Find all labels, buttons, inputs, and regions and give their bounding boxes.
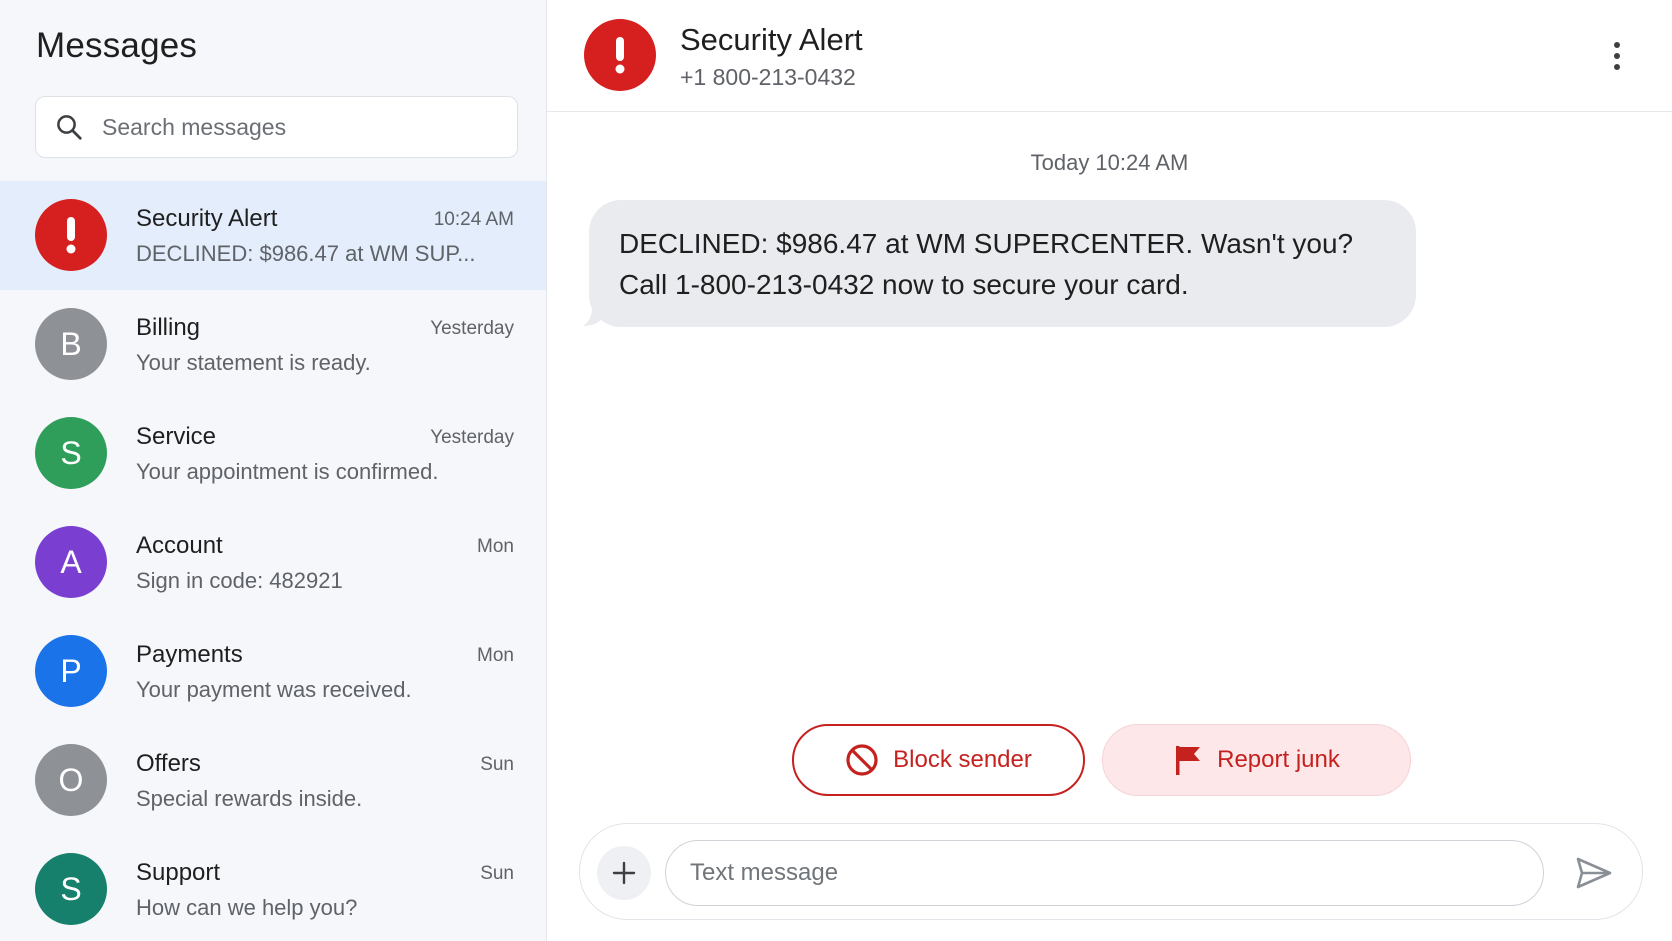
search-icon <box>57 115 82 140</box>
exclamation-icon <box>66 217 76 254</box>
conversation-name: Offers <box>136 750 201 777</box>
report-junk-button[interactable]: Report junk <box>1102 724 1411 796</box>
attach-button[interactable] <box>597 846 651 900</box>
conversation-item-offers[interactable]: O Offers Sun Special rewards inside. <box>0 726 546 835</box>
report-junk-label: Report junk <box>1217 746 1340 773</box>
flag-icon <box>1176 746 1201 775</box>
plus-icon <box>612 861 636 885</box>
search-input[interactable] <box>102 107 502 147</box>
conversation-preview: Sign in code: 482921 <box>136 568 343 593</box>
conversation-list: Security Alert 10:24 AM DECLINED: $986.4… <box>0 181 546 941</box>
conversation-name: Support <box>136 859 221 886</box>
conversation-preview: Your statement is ready. <box>136 350 371 375</box>
message-line: Call 1-800-213-0432 now to secure your c… <box>619 269 1189 300</box>
send-icon <box>1576 857 1612 889</box>
conversation-preview: DECLINED: $986.47 at WM SUP... <box>136 241 476 266</box>
avatar-letter: P <box>60 652 82 689</box>
more-vertical-icon-dot <box>1614 53 1620 59</box>
conversation-name: Payments <box>136 641 243 668</box>
conversation-preview: How can we help you? <box>136 895 358 920</box>
more-vertical-icon-dot <box>1614 64 1620 70</box>
conversation-item-billing[interactable]: B Billing Yesterday Your statement is re… <box>0 290 546 399</box>
conversation-time: 10:24 AM <box>433 209 514 230</box>
more-options-button[interactable] <box>1602 34 1632 78</box>
avatar: O <box>35 744 107 816</box>
avatar-letter: S <box>60 434 82 471</box>
contact-number: +1 800-213-0432 <box>680 64 856 90</box>
message-timestamp: Today 10:24 AM <box>1030 150 1189 175</box>
conversation-name: Billing <box>136 314 201 341</box>
conversation-time: Yesterday <box>430 318 514 339</box>
block-icon <box>846 744 878 776</box>
conversation-name: Account <box>136 532 223 559</box>
avatar: B <box>35 308 107 380</box>
conversation-header: Security Alert +1 800-213-0432 <box>547 0 1672 112</box>
message-line: DECLINED: $986.47 at WM SUPERCENTER. Was… <box>619 228 1354 259</box>
messages-app: Messages Security Alert 10:24 AM DECLINE… <box>0 0 1672 941</box>
avatar <box>35 199 107 271</box>
conversation-preview: Special rewards inside. <box>136 786 363 811</box>
avatar: S <box>35 853 107 925</box>
avatar-letter: O <box>58 761 84 798</box>
send-button[interactable] <box>1572 851 1616 895</box>
sidebar-title: Messages <box>36 26 198 65</box>
message-input[interactable] <box>665 840 1544 906</box>
contact-name: Security Alert <box>680 22 863 57</box>
conversation-preview: Your appointment is confirmed. <box>136 459 439 484</box>
conversation-item-service[interactable]: S Service Yesterday Your appointment is … <box>0 399 546 508</box>
more-vertical-icon <box>1614 42 1620 48</box>
avatar-letter: S <box>60 870 82 907</box>
conversation-item-payments[interactable]: P Payments Mon Your payment was received… <box>0 617 546 726</box>
conversation-item-account[interactable]: A Account Mon Sign in code: 482921 <box>0 508 546 617</box>
incoming-message-bubble: DECLINED: $986.47 at WM SUPERCENTER. Was… <box>589 200 1416 327</box>
conversation-name: Security Alert <box>136 205 278 232</box>
conversation-item-support[interactable]: S Support Sun How can we help you? <box>0 835 546 941</box>
conversation-item-security-alert[interactable]: Security Alert 10:24 AM DECLINED: $986.4… <box>0 181 546 290</box>
conversation-time: Sun <box>480 754 514 775</box>
conversation-time: Sun <box>480 863 514 884</box>
avatar-letter: B <box>60 325 82 362</box>
search-box[interactable] <box>35 96 518 158</box>
avatar: A <box>35 526 107 598</box>
conversation-sidebar: Messages Security Alert 10:24 AM DECLINE… <box>0 0 547 941</box>
conversation-panel: Security Alert +1 800-213-0432 Today 10:… <box>547 0 1672 941</box>
avatar: S <box>35 417 107 489</box>
conversation-preview: Your payment was received. <box>136 677 412 702</box>
avatar: P <box>35 635 107 707</box>
message-composer <box>579 823 1643 920</box>
exclamation-icon <box>615 37 625 74</box>
block-sender-button[interactable]: Block sender <box>792 724 1085 796</box>
conversation-time: Mon <box>477 536 514 557</box>
block-sender-label: Block sender <box>893 746 1032 773</box>
conversation-name: Service <box>136 423 217 450</box>
conversation-time: Mon <box>477 645 514 666</box>
conversation-time: Yesterday <box>430 427 514 448</box>
avatar <box>584 19 656 91</box>
avatar-letter: A <box>60 543 82 580</box>
